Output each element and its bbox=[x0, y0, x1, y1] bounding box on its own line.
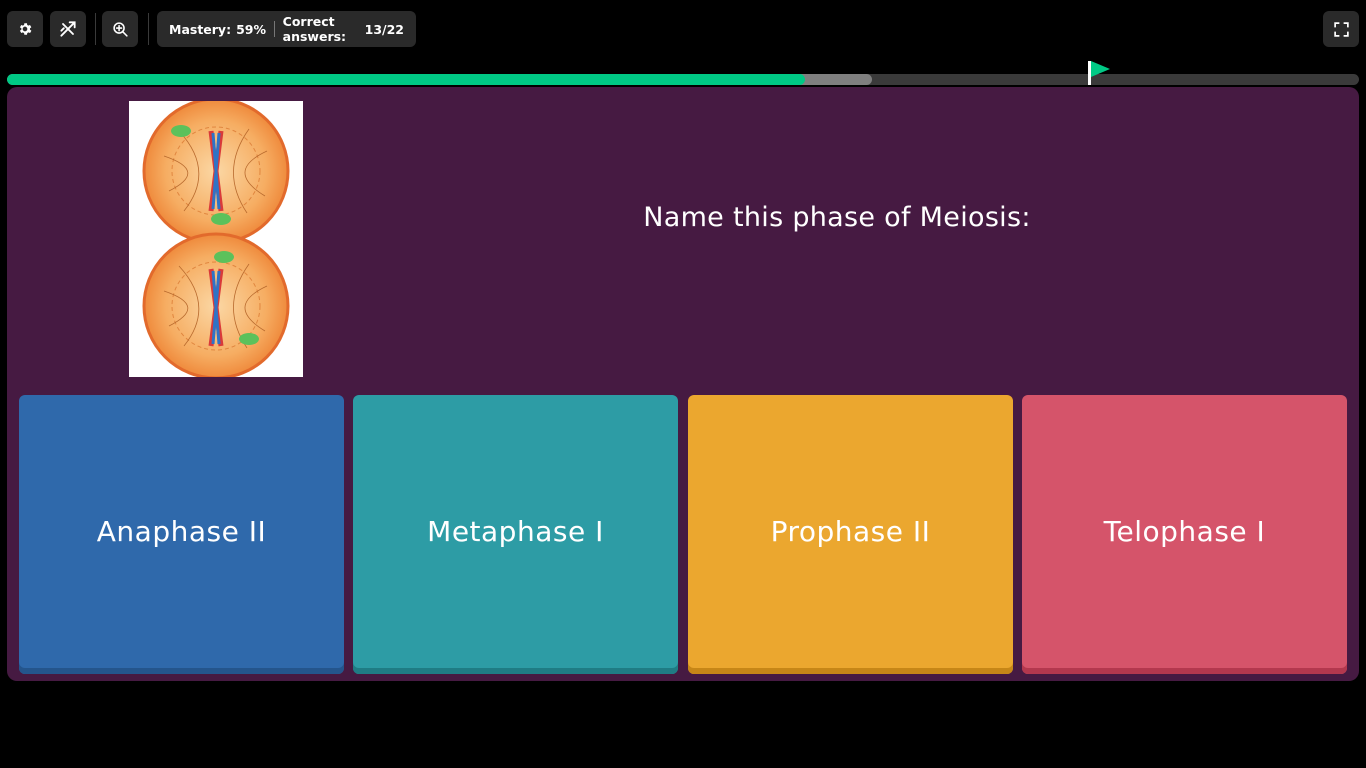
settings-button[interactable] bbox=[7, 11, 43, 47]
stats-box: Mastery: 59% Correct answers: 13/22 bbox=[157, 11, 416, 47]
answer-option-label: Telophase I bbox=[1103, 515, 1266, 548]
answer-option-label: Prophase II bbox=[770, 515, 931, 548]
answer-option-3[interactable]: Prophase II bbox=[688, 395, 1013, 674]
stats-divider bbox=[274, 21, 275, 37]
fullscreen-icon bbox=[1333, 21, 1349, 37]
toolbar-divider bbox=[95, 13, 96, 45]
answer-option-2[interactable]: Metaphase I bbox=[353, 395, 678, 674]
gear-icon bbox=[19, 23, 32, 35]
flag-icon bbox=[1091, 61, 1110, 77]
correct-answers-value: 13/22 bbox=[364, 21, 404, 37]
powerups-toggle-button[interactable] bbox=[50, 11, 86, 47]
answer-options: Anaphase II Metaphase I Prophase II Telo… bbox=[19, 395, 1347, 674]
question-panel: Name this phase of Meiosis: Anaphase II … bbox=[7, 87, 1359, 681]
toolbar-divider bbox=[148, 13, 149, 45]
no-powerups-icon bbox=[60, 21, 76, 37]
mastery-value: 59% bbox=[236, 21, 267, 37]
answer-option-1[interactable]: Anaphase II bbox=[19, 395, 344, 674]
question-text: Name this phase of Meiosis: bbox=[643, 202, 1031, 233]
answer-option-label: Anaphase II bbox=[96, 515, 267, 548]
progress-fill bbox=[7, 74, 805, 85]
correct-answers-label: Correct answers: bbox=[282, 14, 347, 44]
mastery-label: Mastery: bbox=[169, 21, 232, 37]
zoom-button[interactable] bbox=[102, 11, 138, 47]
top-toolbar: Mastery: 59% Correct answers: 13/22 bbox=[0, 0, 1366, 58]
progress-bar bbox=[7, 74, 1359, 85]
meiosis-cells-icon bbox=[142, 97, 290, 380]
answer-option-label: Metaphase I bbox=[427, 515, 604, 548]
zoom-in-icon bbox=[112, 21, 128, 37]
question-image bbox=[129, 97, 303, 380]
answer-option-4[interactable]: Telophase I bbox=[1022, 395, 1347, 674]
fullscreen-button[interactable] bbox=[1323, 11, 1359, 47]
